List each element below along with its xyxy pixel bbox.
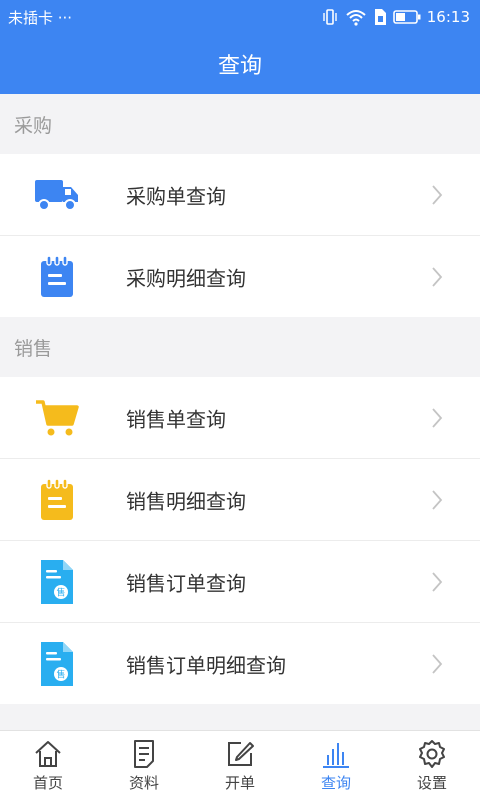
nav-item-settings[interactable]: 设置: [384, 731, 480, 801]
cart-icon: [33, 394, 81, 442]
list-item-label: 采购明细查询: [126, 266, 246, 290]
sales-document-icon: 售: [33, 640, 81, 688]
list-item-purchase-order-query[interactable]: 采购单查询: [0, 154, 480, 235]
query-content: 采购 采购单查询 采购明细查询 销售 销售单查询 销售明细查询 售 销售订单查询…: [0, 94, 480, 730]
chart-icon: [321, 739, 351, 772]
list-item-label: 销售明细查询: [126, 489, 246, 513]
bottom-nav: 首页 资料 开单 查询 设置: [0, 730, 480, 801]
sim-icon: [373, 8, 387, 26]
nav-item-home[interactable]: 首页: [0, 731, 96, 801]
list-item-label: 销售订单查询: [126, 571, 246, 595]
chevron-right-icon: [430, 653, 444, 675]
list-item-sales-order-detail-query[interactable]: 售 销售订单明细查询: [0, 622, 480, 704]
section-header-sales: 销售: [0, 317, 480, 377]
nav-item-label: 资料: [128, 774, 159, 792]
nav-item-query[interactable]: 查询: [288, 731, 384, 801]
gear-icon: [417, 739, 447, 772]
nav-item-billing[interactable]: 开单: [192, 731, 288, 801]
chevron-right-icon: [430, 489, 444, 511]
section-title: 采购: [14, 114, 53, 137]
section-header-purchase: 采购: [0, 94, 480, 154]
section-title: 销售: [14, 337, 53, 360]
notepad-icon: [33, 253, 81, 301]
list-item-purchase-detail-query[interactable]: 采购明细查询: [0, 235, 480, 317]
nav-item-label: 设置: [416, 774, 447, 792]
status-bar: 未插卡 ··· 16:13: [0, 0, 480, 34]
truck-icon: [33, 171, 81, 219]
list-item-label: 销售单查询: [126, 407, 226, 431]
chevron-right-icon: [430, 184, 444, 206]
svg-text:售: 售: [56, 586, 65, 598]
list-item-label: 销售订单明细查询: [126, 653, 286, 677]
battery-icon: [392, 9, 421, 25]
home-icon: [33, 739, 63, 772]
document-icon: [129, 739, 159, 772]
nav-item-label: 开单: [224, 774, 255, 792]
wifi-icon: [345, 8, 367, 26]
nav-item-label: 首页: [32, 774, 63, 792]
list-item-label: 采购单查询: [126, 184, 226, 208]
status-time: 16:13: [426, 8, 470, 26]
edit-icon: [225, 739, 255, 772]
carrier-text: 未插卡 ···: [8, 8, 73, 27]
list-item-sales-order-query[interactable]: 销售单查询: [0, 377, 480, 458]
chevron-right-icon: [430, 407, 444, 429]
notepad-icon: [33, 476, 81, 524]
sales-document-icon: 售: [33, 558, 81, 606]
chevron-right-icon: [430, 266, 444, 288]
list-item-sales-order-booking-query[interactable]: 售 销售订单查询: [0, 540, 480, 622]
page-title: 查询: [217, 54, 262, 79]
chevron-right-icon: [430, 571, 444, 593]
vibrate-icon: [321, 8, 339, 26]
list-item-sales-detail-query[interactable]: 销售明细查询: [0, 458, 480, 540]
nav-item-data[interactable]: 资料: [96, 731, 192, 801]
title-bar: 查询: [0, 34, 480, 94]
nav-item-label: 查询: [320, 774, 351, 792]
svg-text:售: 售: [56, 668, 65, 680]
